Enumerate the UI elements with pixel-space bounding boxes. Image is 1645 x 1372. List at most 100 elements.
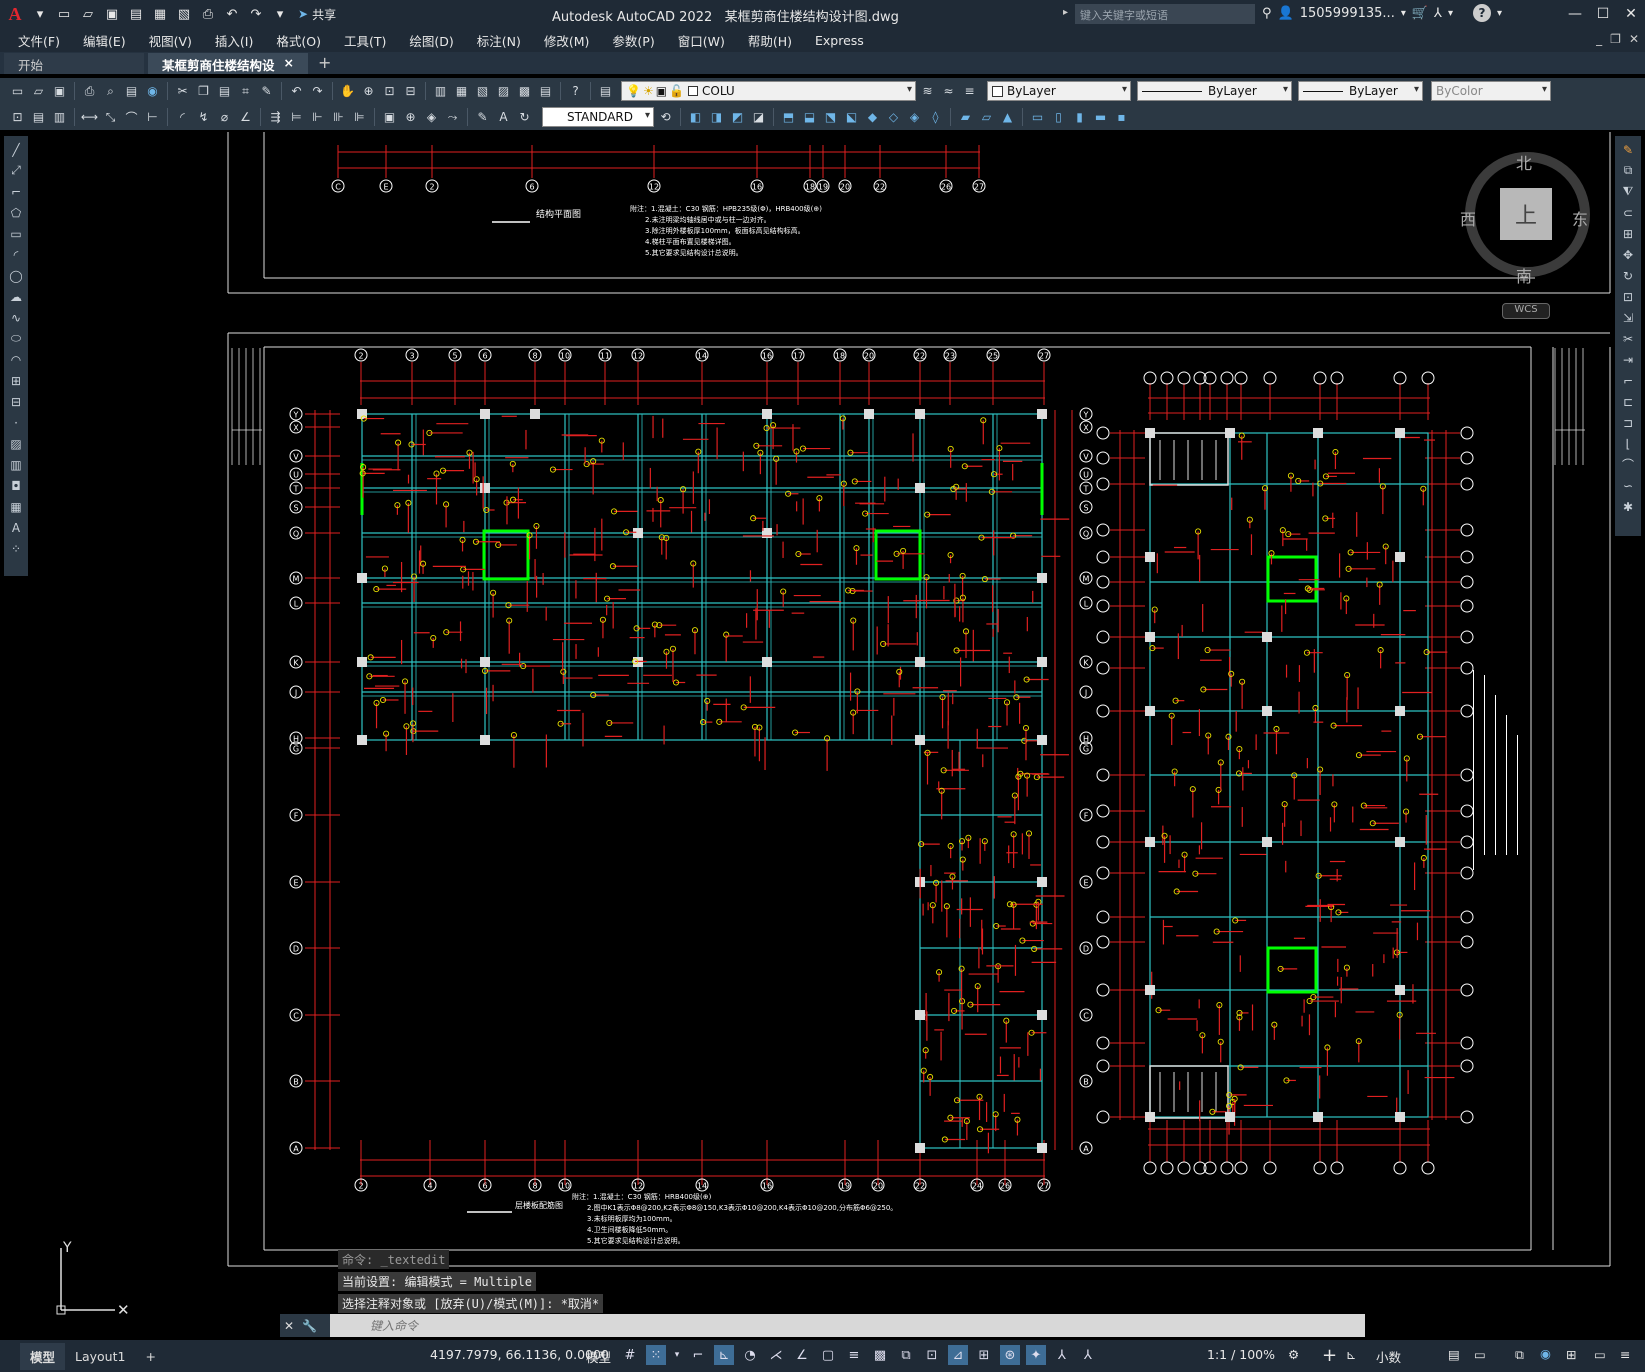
close-command-icon[interactable]: ✕ [284, 1319, 294, 1333]
tab-active-drawing[interactable]: 某框剪商住楼结构设计图* × [148, 53, 308, 92]
viewcube-top-face[interactable]: 上 [1500, 188, 1552, 240]
selection-cycling-icon[interactable]: ⧉ [896, 1345, 916, 1365]
xref-icon[interactable]: ▤ [29, 108, 48, 127]
arc-icon[interactable]: ◜ [7, 245, 25, 264]
tab-layout1[interactable]: Layout1 [65, 1345, 135, 1368]
polygon-icon[interactable]: ⬠ [7, 203, 25, 222]
lock-ui-icon[interactable]: ▭ [1474, 1347, 1486, 1362]
block-editor-icon[interactable]: ✎ [257, 82, 276, 101]
dim-update-icon[interactable]: ↻ [515, 108, 534, 127]
array-icon[interactable]: ⊞ [1619, 224, 1637, 243]
ucs-origin-icon[interactable]: ⬔ [821, 108, 840, 127]
rectangle-icon[interactable]: ▭ [7, 224, 25, 243]
dim-text-edit-icon[interactable]: A [494, 108, 513, 127]
user-icon[interactable]: 👤 [1278, 6, 1294, 21]
linetype-dropdown[interactable]: ByLayer ▾ [1137, 81, 1292, 101]
ucs-manager-icon[interactable]: ▲ [998, 108, 1017, 127]
save-tb-icon[interactable]: ▣ [50, 82, 69, 101]
erase-icon[interactable]: ✎ [1619, 140, 1637, 159]
qnew-icon[interactable]: ▭ [8, 82, 27, 101]
ucs-object-icon[interactable]: ⬒ [779, 108, 798, 127]
new-tab-button[interactable]: + [318, 53, 331, 74]
customize-command-icon[interactable]: 🔧 [302, 1319, 317, 1333]
dimstyle-manager-icon[interactable]: ⟲ [656, 108, 675, 127]
isodraft-icon[interactable]: ⋌ [766, 1345, 786, 1365]
region-icon[interactable]: ◘ [7, 476, 25, 495]
properties-icon[interactable]: ▥ [431, 82, 450, 101]
ucs-y-icon[interactable]: ◈ [905, 108, 924, 127]
plot-icon[interactable]: ⎙ [198, 4, 218, 24]
rotate-icon[interactable]: ↻ [1619, 266, 1637, 285]
help-tb-icon[interactable]: ? [566, 82, 585, 101]
reference-edit-icon[interactable]: ⊡ [8, 108, 27, 127]
ordinate-dim-icon[interactable]: ⊢ [143, 108, 162, 127]
3dosnap-icon[interactable]: ⊡ [922, 1345, 942, 1365]
app-menu-chevron-icon[interactable]: ▾ [30, 4, 50, 24]
extend-icon[interactable]: ⇥ [1619, 350, 1637, 369]
trim-icon[interactable]: ✂ [1619, 329, 1637, 348]
break-dim-icon[interactable]: ⊫ [350, 108, 369, 127]
lineweight-dropdown[interactable]: ByLayer ▾ [1298, 81, 1423, 101]
share-button[interactable]: ➤ 共享 [298, 6, 336, 23]
save-as-icon[interactable]: ▤ [126, 4, 146, 24]
jogged-linear-icon[interactable]: ⤳ [443, 108, 462, 127]
insert-icon[interactable]: ▥ [50, 108, 69, 127]
undo-tb-icon[interactable]: ↶ [287, 82, 306, 101]
viewport-convert-icon[interactable]: ▪ [1112, 108, 1131, 127]
doc-close-icon[interactable]: ✕ [1629, 32, 1639, 46]
scale-icon[interactable]: ⊡ [1619, 287, 1637, 306]
menu-item[interactable]: 编辑(E) [83, 31, 126, 50]
redo-tb-icon[interactable]: ↷ [308, 82, 327, 101]
save-web-icon[interactable]: ▧ [174, 4, 194, 24]
snap-dropdown-icon[interactable]: ▾ [672, 1345, 682, 1365]
copy-icon[interactable]: ❐ [194, 82, 213, 101]
ucs-z-icon[interactable]: ◊ [926, 108, 945, 127]
gizmo-icon[interactable]: ⊛ [1000, 1345, 1020, 1365]
polyline-icon[interactable]: ⌐ [7, 182, 25, 201]
stretch-icon[interactable]: ⇲ [1619, 308, 1637, 327]
line-icon[interactable]: ╱ [7, 140, 25, 159]
fillet-icon[interactable]: ⌒ [1619, 455, 1637, 474]
menu-item[interactable]: 视图(V) [149, 31, 192, 50]
undo-icon[interactable]: ↶ [222, 4, 242, 24]
ellipse-icon[interactable]: ⬭ [7, 329, 25, 348]
move-icon[interactable]: ✥ [1619, 245, 1637, 264]
zoom-window-icon[interactable]: ⊡ [380, 82, 399, 101]
redo-icon[interactable]: ↷ [246, 4, 266, 24]
open-web-icon[interactable]: ▦ [150, 4, 170, 24]
ucs-x-icon[interactable]: ◇ [884, 108, 903, 127]
break-icon[interactable]: ⊏ [1619, 392, 1637, 411]
ucs-previous-icon[interactable]: ◩ [728, 108, 747, 127]
ortho-icon[interactable]: ⊾ [714, 1345, 734, 1365]
continue-dim-icon[interactable]: ⊩ [308, 108, 327, 127]
ellipse-arc-icon[interactable]: ◠ [7, 350, 25, 369]
ucs-3point-icon[interactable]: ◆ [863, 108, 882, 127]
open-file-icon[interactable]: ▱ [78, 4, 98, 24]
plot-tb-icon[interactable]: ⎙ [80, 82, 99, 101]
quick-properties-icon[interactable]: ▤ [1448, 1347, 1460, 1362]
ucs-world-icon[interactable]: ◨ [707, 108, 726, 127]
app-logo[interactable]: A [0, 0, 30, 28]
qat-dropdown-icon[interactable]: ▾ [270, 4, 290, 24]
menu-item[interactable]: 修改(M) [544, 31, 590, 50]
annotation-scale-icon[interactable]: ⅄ [1078, 1345, 1098, 1365]
annotation-monitor-icon[interactable]: + [1322, 1345, 1337, 1366]
zoom-previous-icon[interactable]: ⊟ [401, 82, 420, 101]
revision-cloud-icon[interactable]: ☁ [7, 287, 25, 306]
color-dropdown[interactable]: ByLayer ▾ [987, 81, 1131, 101]
tab-start[interactable]: 开始 [4, 53, 144, 74]
lineweight-toggle-icon[interactable]: ≡ [844, 1345, 864, 1365]
doc-restore-icon[interactable]: ❐ [1610, 32, 1621, 46]
menu-item[interactable]: 窗口(W) [678, 31, 725, 50]
menu-item[interactable]: 标注(N) [477, 31, 521, 50]
menu-item[interactable]: 绘图(D) [409, 31, 453, 50]
quick-dim-icon[interactable]: ⇶ [266, 108, 285, 127]
add-layout-button[interactable]: + [135, 1345, 165, 1368]
annotation-scale-dropdown[interactable]: 1:1 / 100% [1207, 1347, 1275, 1362]
mirror-icon[interactable]: ⧨ [1619, 182, 1637, 201]
blend-curves-icon[interactable]: ∽ [1619, 476, 1637, 495]
circle-icon[interactable]: ◯ [7, 266, 25, 285]
diameter-dim-icon[interactable]: ⌀ [215, 108, 234, 127]
3d-print-icon[interactable]: ◉ [143, 82, 162, 101]
drawing-canvas[interactable]: C E 2 6 12 16 18 19 20 22 26 27结构平面图附注：1.混凝土：C30 钢筋… [30, 132, 1612, 1312]
